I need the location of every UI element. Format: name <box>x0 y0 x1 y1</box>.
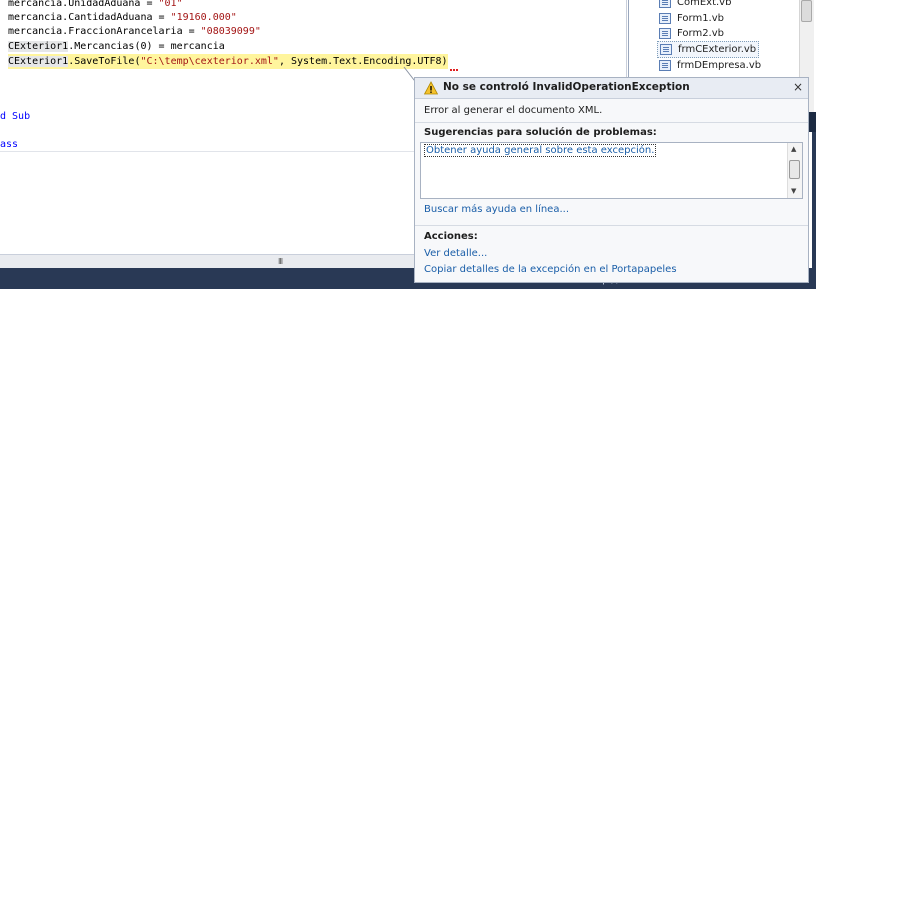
actions-header: Acciones: <box>424 231 478 242</box>
exception-title: No se controló InvalidOperationException <box>443 81 690 93</box>
view-detail-link[interactable]: Ver detalle... <box>424 248 487 259</box>
close-icon[interactable]: × <box>793 80 803 94</box>
suggestions-list[interactable]: Obtener ayuda general sobre esta excepci… <box>420 142 803 199</box>
search-online-help-link[interactable]: Buscar más ayuda en línea... <box>424 204 569 215</box>
divider <box>415 122 808 123</box>
suggestions-scrollbar[interactable]: ▲ ▼ <box>787 143 802 198</box>
divider <box>415 225 808 226</box>
exception-header: No se controló InvalidOperationException… <box>415 78 808 99</box>
copy-details-link[interactable]: Copiar detalles de la excepción en el Po… <box>424 264 677 275</box>
exception-message: Error al generar el documento XML. <box>424 105 603 116</box>
scroll-down-icon[interactable]: ▼ <box>791 187 796 195</box>
warning-icon <box>424 81 438 95</box>
scrollbar-thumb[interactable] <box>789 160 800 179</box>
suggestions-header: Sugerencias para solución de problemas: <box>424 127 657 138</box>
suggestion-item[interactable]: Obtener ayuda general sobre esta excepci… <box>424 144 657 157</box>
exception-assistant: No se controló InvalidOperationException… <box>414 77 809 283</box>
scroll-up-icon[interactable]: ▲ <box>791 145 796 153</box>
